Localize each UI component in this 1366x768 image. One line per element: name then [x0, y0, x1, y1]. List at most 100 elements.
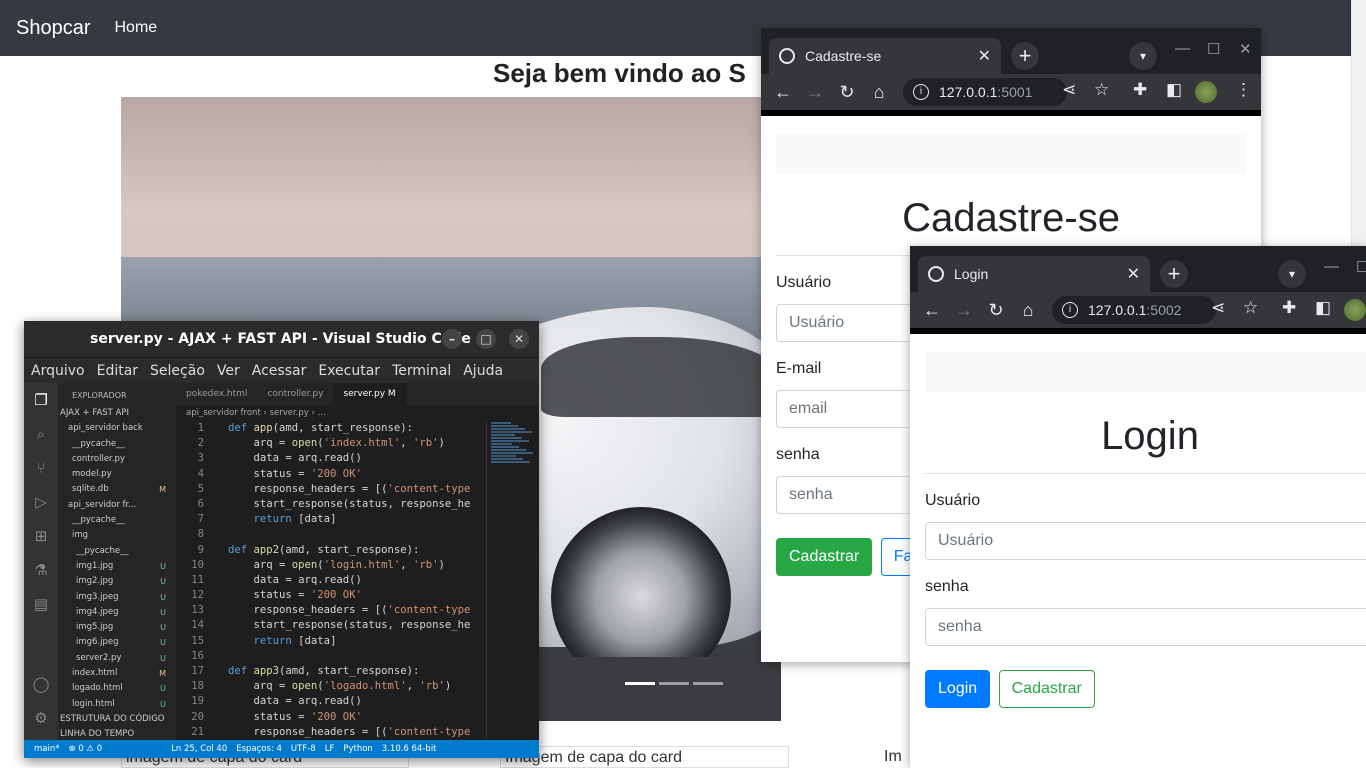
side-panel-icon[interactable]: ◧ — [1166, 80, 1182, 100]
menu-kebab-icon[interactable]: ⋮ — [1235, 80, 1252, 100]
status-problems[interactable]: ⊗ 0 ⚠ 0 — [69, 744, 103, 754]
menu-item[interactable]: Acessar — [252, 363, 307, 379]
editor-tab[interactable]: controller.py — [257, 389, 333, 399]
run-debug-icon[interactable]: ▷ — [24, 485, 58, 519]
code-line[interactable]: 5 response_headers = [('content-type — [176, 482, 486, 497]
status-language[interactable]: Python — [343, 744, 372, 754]
username-input[interactable]: Usuário — [925, 522, 1366, 560]
explorer-tree-item[interactable]: login.html U — [58, 697, 176, 712]
minimize-icon[interactable]: – — [442, 329, 462, 349]
code-line[interactable]: 21 response_headers = [('content-type — [176, 725, 486, 740]
code-line[interactable]: 19 data = arq.read() — [176, 694, 486, 709]
register-button[interactable]: Cadastrar — [776, 538, 873, 576]
home-icon[interactable]: ⌂ — [863, 82, 895, 103]
menu-item[interactable]: Executar — [318, 363, 380, 379]
extensions-icon[interactable]: ✚ — [1282, 298, 1296, 318]
tab-search-button[interactable]: ▾ — [1129, 42, 1157, 70]
code-line[interactable]: 6 start_response(status, response_he — [176, 497, 486, 512]
site-info-icon[interactable]: i — [913, 84, 929, 100]
code-line[interactable]: 3 data = arq.read() — [176, 451, 486, 466]
close-window-icon[interactable]: ✕ — [509, 329, 529, 349]
code-line[interactable]: 9 def app2(amd, start_response): — [176, 543, 486, 558]
status-eol[interactable]: LF — [325, 744, 335, 754]
carousel-indicator[interactable] — [625, 682, 655, 685]
new-tab-button[interactable]: + — [1160, 260, 1188, 288]
close-window-icon[interactable]: ✕ — [1239, 40, 1252, 58]
editor-tab-active[interactable]: server.py M — [333, 383, 406, 405]
status-cursor[interactable]: Ln 25, Col 40 — [171, 744, 227, 754]
explorer-tree-item[interactable]: img4.jpeg U — [58, 605, 176, 620]
explorer-tree-item[interactable]: server2.py U — [58, 651, 176, 666]
status-encoding[interactable]: UTF-8 — [291, 744, 316, 754]
explorer-tree-item[interactable]: AJAX + FAST API — [58, 406, 176, 421]
explorer-tree-item[interactable]: __pycache__ — [58, 544, 176, 559]
code-line[interactable]: 20 status = '200 OK' — [176, 710, 486, 725]
minimap[interactable] — [486, 421, 539, 740]
back-icon[interactable]: ← — [767, 82, 799, 103]
profile-avatar[interactable] — [1195, 81, 1217, 103]
status-branch[interactable]: main* — [34, 744, 60, 754]
explorer-tree-item[interactable]: img2.jpg U — [58, 574, 176, 589]
explorer-tree-item[interactable]: api_servidor back — [58, 421, 176, 436]
reload-icon[interactable]: ↻ — [980, 300, 1012, 321]
menu-item[interactable]: Editar — [97, 363, 138, 379]
editor-tab[interactable]: pokedex.html — [176, 389, 257, 399]
code-line[interactable]: 15 return [data] — [176, 634, 486, 649]
explorer-tree-item[interactable]: ESTRUTURA DO CÓDIGO — [58, 712, 176, 727]
explorer-tree-item[interactable]: controller.py — [58, 452, 176, 467]
site-info-icon[interactable]: i — [1062, 302, 1078, 318]
remote-explorer-icon[interactable]: ▤ — [24, 587, 58, 621]
explorer-tree-item[interactable]: sqlite.db M — [58, 482, 176, 497]
bookmark-star-icon[interactable]: ☆ — [1243, 298, 1258, 318]
share-icon[interactable]: ⋖ — [1062, 80, 1076, 100]
browser-titlebar[interactable]: Login ✕ + ▾ — ☐ — [910, 246, 1366, 292]
maximize-icon[interactable]: ☐ — [1207, 40, 1220, 58]
browser-titlebar[interactable]: Cadastre-se ✕ + ▾ — ☐ ✕ — [761, 28, 1261, 74]
explorer-tree-item[interactable]: LINHA DO TEMPO — [58, 727, 176, 740]
maximize-icon[interactable]: □ — [476, 329, 496, 349]
carousel-indicator[interactable] — [693, 682, 723, 685]
minimize-icon[interactable]: — — [1175, 40, 1190, 57]
code-line[interactable]: 1 def app(amd, start_response): — [176, 421, 486, 436]
code-line[interactable]: 8 — [176, 527, 486, 542]
explorer-tree-item[interactable]: __pycache__ — [58, 437, 176, 452]
code-line[interactable]: 4 status = '200 OK' — [176, 467, 486, 482]
explorer-tree-item[interactable]: img3.jpeg U — [58, 590, 176, 605]
close-tab-icon[interactable]: ✕ — [1127, 264, 1140, 284]
explorer-tree-item[interactable]: img6.jpeg U — [58, 635, 176, 650]
testing-icon[interactable]: ⚗ — [24, 553, 58, 587]
explorer-icon[interactable]: ❐ — [24, 383, 58, 417]
browser-tab[interactable]: Login ✕ — [918, 256, 1150, 292]
menu-item[interactable]: Arquivo — [31, 363, 85, 379]
menu-item[interactable]: Ajuda — [463, 363, 503, 379]
address-bar[interactable]: i 127.0.0.1:5002 — [1052, 296, 1216, 324]
menu-item[interactable]: Ver — [217, 363, 240, 379]
vscode-titlebar[interactable]: server.py - AJAX + FAST API - Visual Stu… — [24, 321, 539, 357]
vscode-window[interactable]: server.py - AJAX + FAST API - Visual Stu… — [24, 321, 539, 758]
menu-item[interactable]: Terminal — [392, 363, 451, 379]
code-line[interactable]: 12 status = '200 OK' — [176, 588, 486, 603]
bookmark-star-icon[interactable]: ☆ — [1094, 80, 1109, 100]
profile-avatar[interactable] — [1344, 299, 1366, 321]
minimize-icon[interactable]: — — [1324, 258, 1339, 275]
status-interpreter[interactable]: 3.10.6 64-bit — [382, 744, 437, 754]
explorer-tree-item[interactable]: logado.html U — [58, 681, 176, 696]
source-control-icon[interactable]: ⑂ — [24, 451, 58, 485]
explorer-tree-item[interactable]: __pycache__ — [58, 513, 176, 528]
new-tab-button[interactable]: + — [1011, 42, 1039, 70]
settings-gear-icon[interactable]: ⚙ — [24, 701, 58, 735]
explorer-tree-item[interactable]: img — [58, 528, 176, 543]
nav-home-link[interactable]: Home — [115, 19, 158, 37]
home-icon[interactable]: ⌂ — [1012, 300, 1044, 321]
carousel-indicator[interactable] — [659, 682, 689, 685]
code-line[interactable]: 10 arq = open('login.html', 'rb') — [176, 558, 486, 573]
explorer-tree-item[interactable]: img1.jpg U — [58, 559, 176, 574]
code-line[interactable]: 16 — [176, 649, 486, 664]
maximize-icon[interactable]: ☐ — [1356, 258, 1366, 276]
explorer-tree-item[interactable]: index.html M — [58, 666, 176, 681]
code-line[interactable]: 17 def app3(amd, start_response): — [176, 664, 486, 679]
explorer-tree-item[interactable]: api_servidor fr... — [58, 498, 176, 513]
browser-window-login[interactable]: Login ✕ + ▾ — ☐ ← → ↻ ⌂ i 127.0.0.1:5002… — [910, 246, 1366, 768]
forward-icon[interactable]: → — [799, 82, 831, 103]
close-tab-icon[interactable]: ✕ — [978, 46, 991, 66]
